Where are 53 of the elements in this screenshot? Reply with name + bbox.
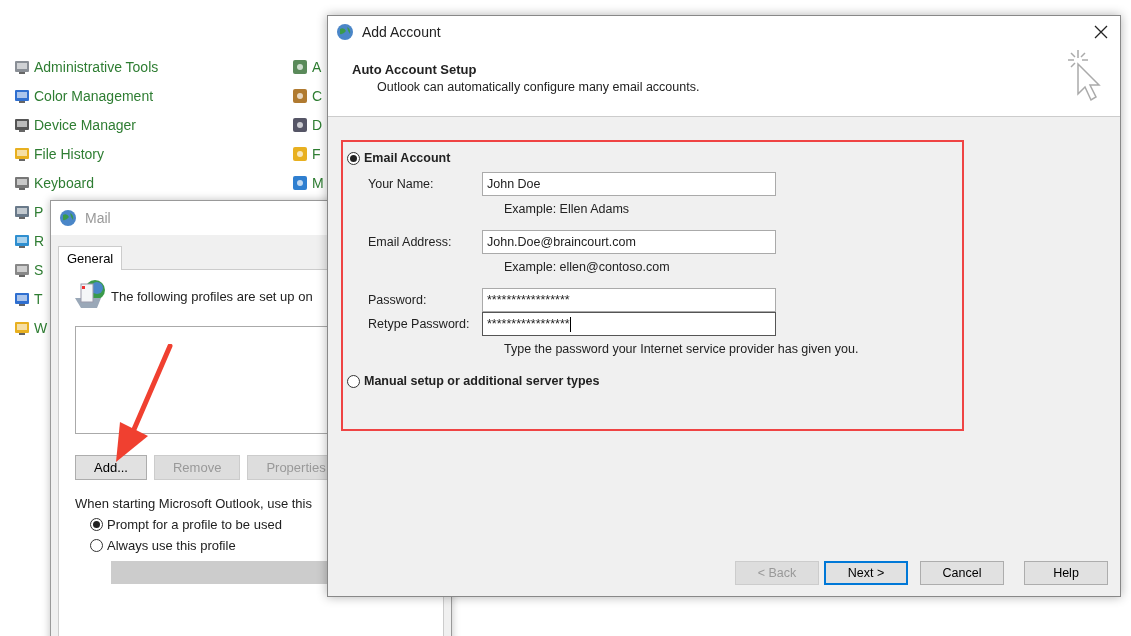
control-panel-icon bbox=[291, 115, 309, 134]
radio-button[interactable] bbox=[90, 518, 103, 531]
globe-icon bbox=[59, 209, 77, 227]
section-subheading: Outlook can automatically configure many email accounts. bbox=[377, 80, 700, 94]
control-panel-link[interactable]: W bbox=[34, 319, 48, 336]
control-panel-icon bbox=[291, 144, 309, 163]
control-panel-link[interactable]: C bbox=[312, 87, 323, 104]
field-label: Email Address: bbox=[368, 235, 453, 249]
text-field[interactable]: ***************** bbox=[482, 312, 776, 336]
field-hint: Type the password your Internet service provider has given you. bbox=[504, 342, 860, 356]
control-panel-link[interactable]: Keyboard bbox=[34, 174, 94, 191]
control-panel-link[interactable]: D bbox=[312, 116, 323, 133]
control-panel-icon bbox=[291, 57, 309, 76]
control-panel-icon bbox=[291, 173, 309, 192]
globe-icon bbox=[336, 23, 354, 41]
radio-button[interactable] bbox=[90, 539, 103, 552]
tab[interactable]: General bbox=[58, 246, 123, 270]
field-hint: Example: ellen@contoso.com bbox=[504, 260, 671, 274]
control-panel-link[interactable]: Administrative Tools bbox=[34, 58, 159, 75]
radio-label[interactable]: Prompt for a profile to be used bbox=[107, 517, 282, 532]
field-hint: Example: Ellen Adams bbox=[504, 202, 631, 216]
close-icon[interactable] bbox=[1094, 25, 1108, 39]
control-panel-link[interactable]: F bbox=[312, 145, 321, 162]
radio-label[interactable]: Email Account bbox=[364, 151, 451, 165]
control-panel-link[interactable]: M bbox=[312, 174, 324, 191]
text-field[interactable]: John Doe bbox=[482, 172, 776, 196]
field-label: Password: bbox=[368, 293, 428, 307]
radio-button[interactable] bbox=[347, 374, 360, 388]
window-title: Mail bbox=[85, 210, 111, 226]
radio-label[interactable]: Always use this profile bbox=[107, 538, 236, 553]
control-panel-link[interactable]: R bbox=[34, 232, 45, 249]
field-label: Retype Password: bbox=[368, 317, 471, 331]
control-panel-link[interactable]: File History bbox=[34, 145, 104, 162]
control-panel-link[interactable]: Device Manager bbox=[34, 116, 136, 133]
text-field[interactable]: John.Doe@braincourt.com bbox=[482, 230, 776, 254]
control-panel-icon bbox=[291, 86, 309, 105]
radio-label[interactable]: Manual setup or additional server types bbox=[364, 374, 600, 388]
intro-text: The following profiles are set up on bbox=[111, 288, 313, 304]
dialog-button[interactable]: Help bbox=[1024, 561, 1108, 585]
text-field[interactable]: ***************** bbox=[482, 288, 776, 312]
startup-label: When starting Microsoft Outlook, use this bbox=[75, 496, 313, 511]
radio-button[interactable] bbox=[347, 151, 360, 165]
control-panel-link[interactable]: S bbox=[34, 261, 44, 278]
dialog-button[interactable]: Next > bbox=[824, 561, 908, 585]
control-panel-link[interactable]: A bbox=[312, 58, 322, 75]
field-label: Your Name: bbox=[368, 177, 435, 191]
profile-button[interactable]: Add... bbox=[75, 455, 147, 480]
control-panel-link[interactable]: P bbox=[34, 203, 44, 220]
control-panel-link[interactable]: Color Management bbox=[34, 87, 154, 104]
dialog-button[interactable]: Cancel bbox=[920, 561, 1004, 585]
control-panel-link[interactable]: T bbox=[34, 290, 43, 307]
section-heading: Auto Account Setup bbox=[352, 62, 478, 77]
window-title: Add Account bbox=[362, 24, 441, 40]
